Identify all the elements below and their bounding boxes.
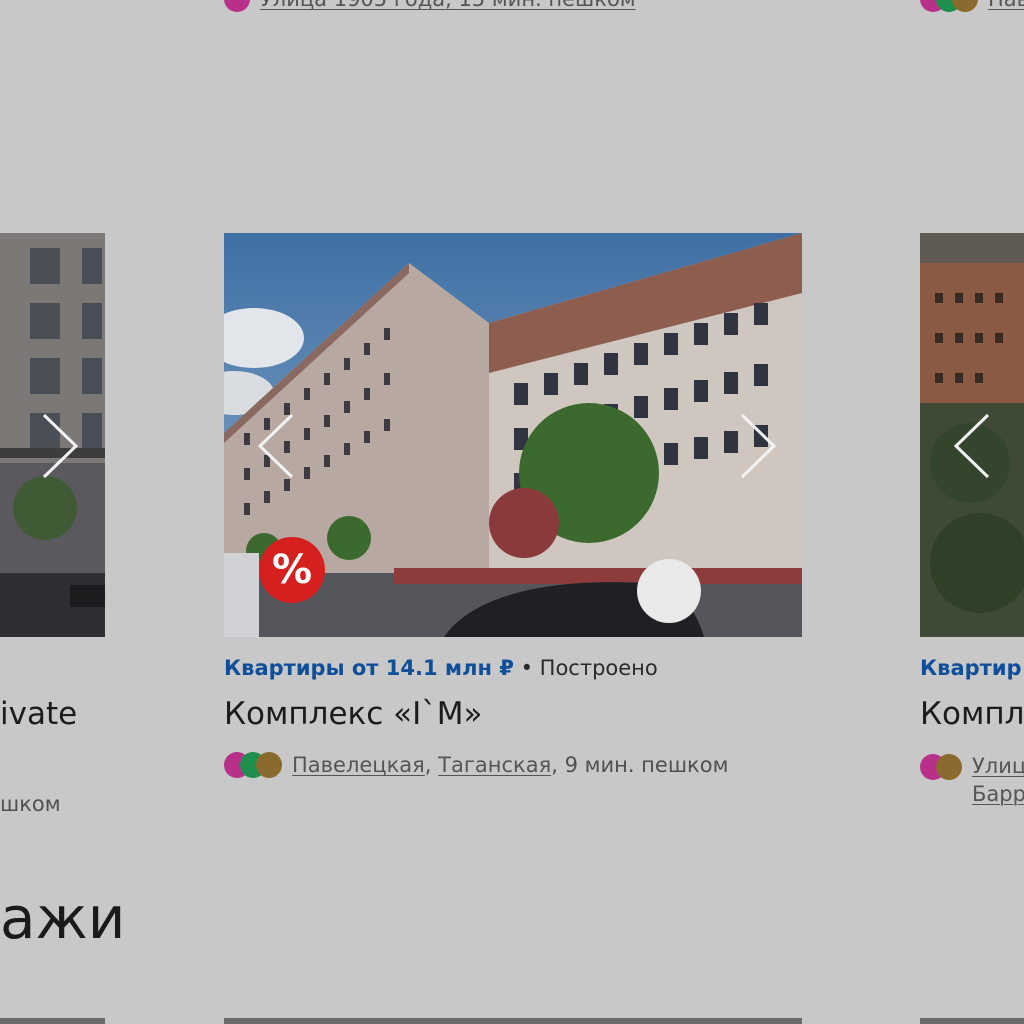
section-heading: ажи: [0, 884, 126, 952]
metro-line-dot: [952, 0, 978, 12]
right-card-meta: Квартир: [920, 656, 1022, 680]
center-card-title[interactable]: Комплекс «I`M»: [224, 696, 482, 732]
right-card-title[interactable]: Компле: [920, 696, 1024, 732]
walk-time: , 9 мин. пешком: [551, 753, 729, 777]
next-row-image-right[interactable]: [920, 1018, 1024, 1024]
left-card-image[interactable]: [0, 233, 105, 637]
right-card-image[interactable]: [920, 233, 1024, 637]
center-card-prev-arrow[interactable]: [254, 411, 298, 481]
center-card-next-arrow[interactable]: [736, 411, 780, 481]
chevron-right-icon: [42, 413, 79, 479]
metro-line-dot: [224, 0, 250, 12]
chevron-right-icon: [740, 413, 777, 479]
separator-dot: •: [520, 656, 533, 680]
left-card-metro: шком: [0, 792, 61, 816]
center-card-meta: Квартиры от 14.1 млн ₽ • Построено: [224, 656, 658, 680]
left-card-title[interactable]: ivate: [0, 696, 77, 732]
center-card-metro: Павелецкая, Таганская, 9 мин. пешком: [224, 752, 728, 778]
metro-link-paveletskaya[interactable]: Павелецкая: [292, 753, 425, 777]
top-right-metro-link[interactable]: Пав: [988, 0, 1024, 11]
left-card-next-arrow[interactable]: [38, 411, 82, 481]
chevron-left-icon: [953, 413, 990, 479]
next-row-image-left[interactable]: [0, 1018, 105, 1024]
chevron-left-icon: [257, 413, 294, 479]
metro-line-dot: [936, 754, 962, 780]
status-label: Построено: [539, 656, 658, 680]
top-center-metro-link[interactable]: Улица 1905 года, 15 мин. пешком: [260, 0, 636, 11]
right-price-label: Квартир: [920, 656, 1022, 680]
metro-link-taganskaya[interactable]: Таганская: [438, 753, 551, 777]
metro-separator: ,: [424, 753, 432, 777]
right-card-prev-arrow[interactable]: [950, 411, 994, 481]
discount-badge: %: [259, 537, 325, 603]
right-metro-link-1[interactable]: Улиц: [972, 752, 1024, 780]
price-label: Квартиры от 14.1 млн ₽: [224, 656, 514, 680]
top-right-metro: Пав: [920, 0, 1024, 12]
metro-line-dot: [256, 752, 282, 778]
right-card-metro: Улиц Барр: [920, 752, 1024, 808]
right-metro-link-2[interactable]: Барр: [972, 780, 1024, 808]
next-row-image-center[interactable]: [224, 1018, 802, 1024]
center-card-image[interactable]: %: [224, 233, 802, 637]
left-card-walk-time: шком: [0, 792, 61, 816]
top-center-metro: Улица 1905 года, 15 мин. пешком: [224, 0, 636, 12]
